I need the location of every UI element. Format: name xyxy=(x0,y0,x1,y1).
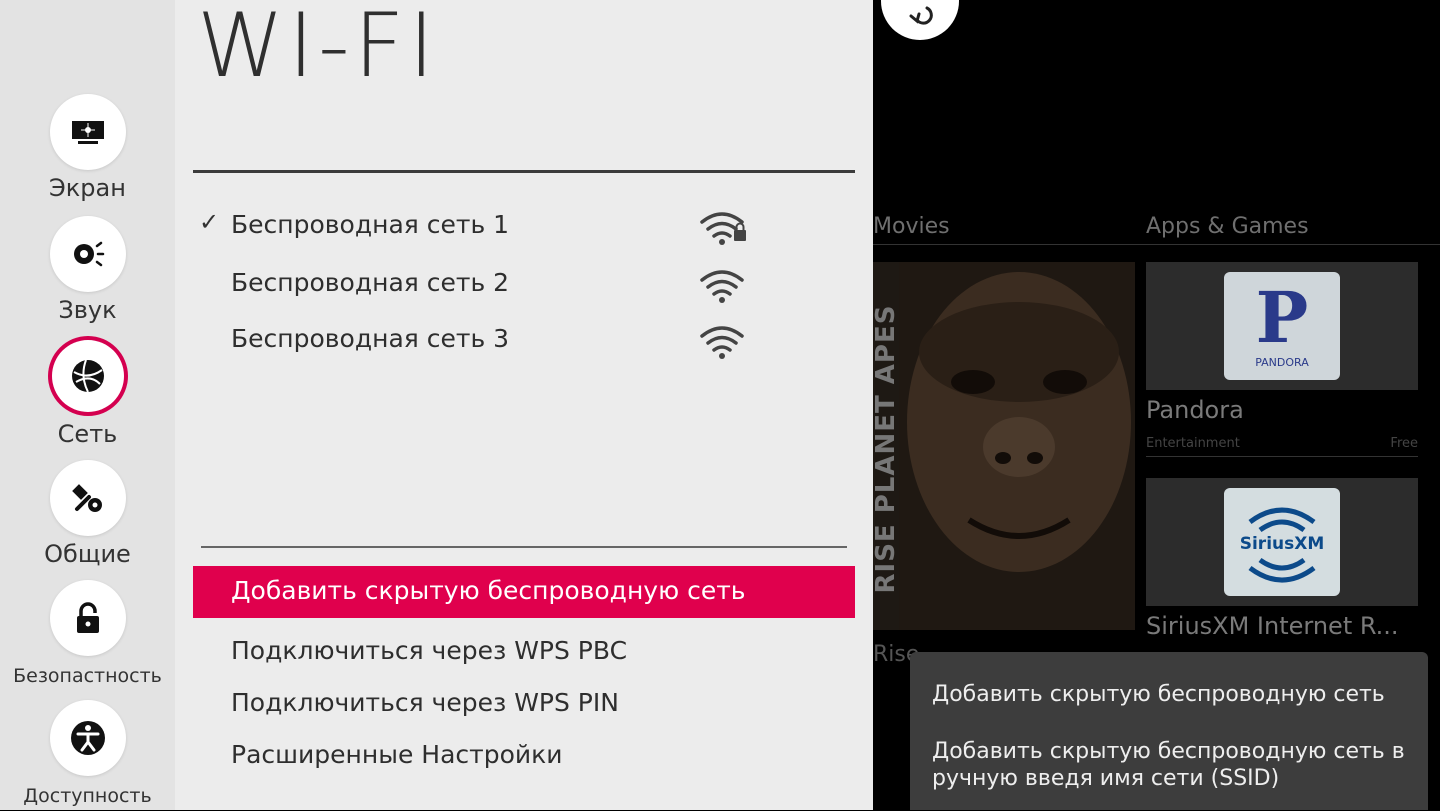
sidebar-item-label: Экран xyxy=(49,174,126,202)
poster-title-strip: RISE PLANET APES xyxy=(873,262,901,630)
sidebar-item-accessibility[interactable]: Доступность xyxy=(0,700,175,811)
section-title-movies: Movies xyxy=(873,214,950,239)
pandora-logo-sub: PANDORA xyxy=(1255,356,1309,369)
screen-icon xyxy=(49,94,126,170)
sidebar-item-sound[interactable]: Звук xyxy=(0,216,175,325)
help-tooltip: Добавить скрытую беспроводную сеть Добав… xyxy=(910,652,1428,810)
app-meta: Entertainment Free xyxy=(1146,436,1418,451)
app-category: Entertainment xyxy=(1146,436,1240,451)
divider xyxy=(193,170,855,173)
network-item-1[interactable]: ✓ Беспроводная сеть 1 xyxy=(193,202,833,252)
sidebar-item-network[interactable]: Сеть xyxy=(0,340,175,449)
wifi-panel: WI-FI ✓ Беспроводная сеть 1 Беспроводная… xyxy=(175,0,873,810)
menu-item-label: Подключиться через WPS PIN xyxy=(231,688,619,717)
add-hidden-network-button[interactable]: Добавить скрытую беспроводную сеть xyxy=(193,566,855,618)
app-name: Pandora xyxy=(1146,396,1244,424)
sound-icon xyxy=(49,216,126,292)
advanced-settings-button[interactable]: Расширенные Настройки xyxy=(193,730,855,782)
poster-title: RISE PLANET APES xyxy=(873,304,901,594)
menu-item-label: Расширенные Настройки xyxy=(231,740,563,769)
settings-sidebar: Экран Звук Сеть Общие Безопастность Дост… xyxy=(0,0,175,810)
sidebar-item-general[interactable]: Общие xyxy=(0,460,175,569)
tooltip-title: Добавить скрытую беспроводную сеть xyxy=(932,682,1385,707)
app-tile-pandora[interactable]: P PANDORA xyxy=(1146,262,1418,390)
network-name: Беспроводная сеть 3 xyxy=(231,324,510,353)
tooltip-description: Добавить скрытую беспроводную сеть в руч… xyxy=(932,739,1405,791)
section-title-apps: Apps & Games xyxy=(1146,214,1309,239)
menu-item-label: Добавить скрытую беспроводную сеть xyxy=(231,576,746,605)
network-name: Беспроводная сеть 1 xyxy=(231,210,510,239)
network-globe-icon xyxy=(51,340,124,412)
wps-pin-button[interactable]: Подключиться через WPS PIN xyxy=(193,678,855,730)
pandora-logo-letter: P xyxy=(1255,276,1309,359)
pandora-logo: P PANDORA xyxy=(1224,272,1340,380)
page-title: WI-FI xyxy=(197,0,439,97)
app-price: Free xyxy=(1390,436,1418,451)
sidebar-item-label: Безопастность xyxy=(13,665,162,687)
divider xyxy=(201,546,847,548)
siriusxm-logo-text: SiriusXM xyxy=(1239,534,1325,554)
menu-item-label: Подключиться через WPS PBC xyxy=(231,636,628,665)
divider xyxy=(873,244,1440,245)
sidebar-item-label: Звук xyxy=(58,296,117,324)
sidebar-item-label: Сеть xyxy=(57,420,118,448)
sidebar-item-security[interactable]: Безопастность xyxy=(0,580,175,691)
app-name: SiriusXM Internet R... xyxy=(1146,612,1399,640)
network-name: Беспроводная сеть 2 xyxy=(231,268,510,297)
wifi-icon xyxy=(700,270,744,303)
wps-pbc-button[interactable]: Подключиться через WPS PBC xyxy=(193,626,855,678)
accessibility-icon xyxy=(49,700,126,776)
lock-icon xyxy=(49,580,126,656)
ape-face-image xyxy=(873,262,1135,630)
network-item-3[interactable]: Беспроводная сеть 3 xyxy=(193,316,833,366)
sidebar-item-label: Доступность xyxy=(23,785,152,807)
wifi-icon xyxy=(700,326,744,359)
sidebar-item-screen[interactable]: Экран xyxy=(0,94,175,203)
back-arrow-icon xyxy=(909,6,933,25)
app-tile-siriusxm[interactable]: SiriusXM xyxy=(1146,478,1418,606)
divider xyxy=(1146,456,1418,457)
wifi-locked-icon xyxy=(700,212,746,245)
network-item-2[interactable]: Беспроводная сеть 2 xyxy=(193,260,833,310)
sidebar-item-label: Общие xyxy=(44,540,131,568)
siriusxm-logo: SiriusXM xyxy=(1224,488,1340,596)
back-button[interactable] xyxy=(881,0,959,40)
movie-poster[interactable] xyxy=(873,262,1135,630)
check-icon: ✓ xyxy=(199,208,220,236)
tools-icon xyxy=(49,460,126,536)
